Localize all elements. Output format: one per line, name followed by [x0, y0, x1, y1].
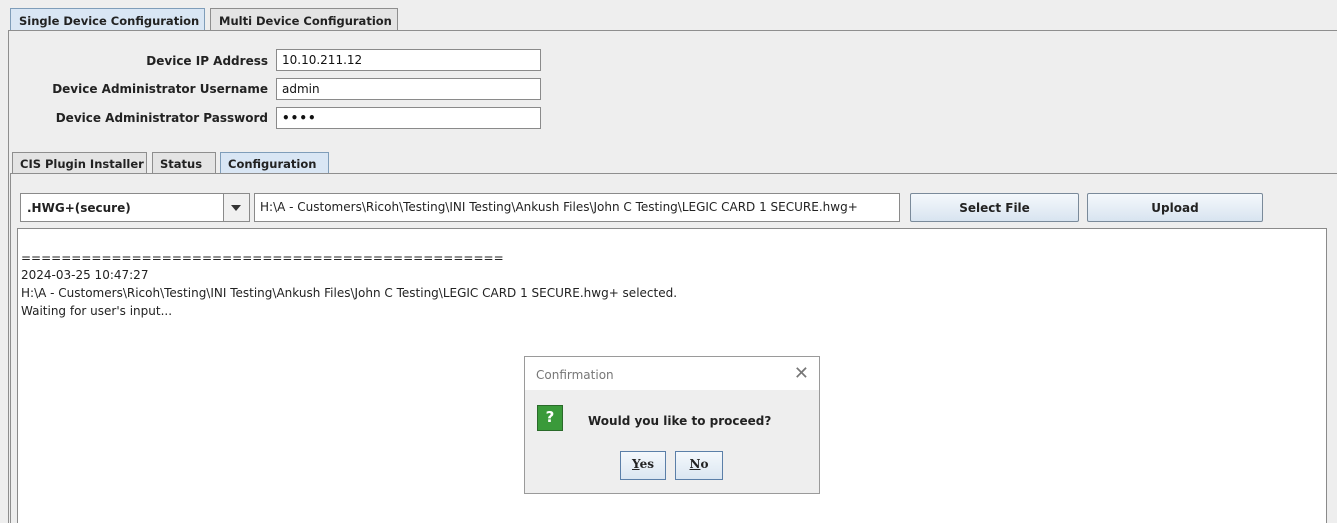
admin-password-label: Device Administrator Password — [55, 111, 268, 125]
admin-password-input[interactable]: •••• — [276, 107, 541, 129]
tab-single-device-configuration[interactable]: Single Device Configuration — [10, 8, 205, 31]
dialog-titlebar: Confirmation ✕ — [525, 357, 819, 390]
file-format-combo[interactable]: .HWG+(secure) — [20, 193, 250, 222]
no-mnemonic: N — [689, 457, 701, 471]
tab-status[interactable]: Status — [152, 152, 216, 174]
dialog-title: Confirmation — [536, 368, 614, 382]
upload-button[interactable]: Upload — [1087, 193, 1263, 222]
tab-multi-device-configuration[interactable]: Multi Device Configuration — [210, 8, 398, 31]
admin-username-label: Device Administrator Username — [52, 82, 268, 96]
tab-configuration[interactable]: Configuration — [220, 152, 329, 174]
yes-button[interactable]: Yes — [620, 451, 666, 480]
dialog-message: Would you like to proceed? — [588, 414, 772, 428]
device-ip-label: Device IP Address — [146, 54, 268, 68]
log-timestamp: 2024-03-25 10:47:27 — [21, 268, 149, 282]
no-label: o — [700, 457, 709, 471]
file-format-value: .HWG+(secure) — [27, 201, 131, 215]
yes-mnemonic: Y — [632, 457, 640, 471]
device-ip-input[interactable]: 10.10.211.12 — [276, 49, 541, 71]
log-separator: ========================================… — [21, 251, 504, 265]
admin-username-input[interactable]: admin — [276, 78, 541, 100]
log-selected-file: H:\A - Customers\Ricoh\Testing\INI Testi… — [21, 286, 678, 300]
tab-cis-plugin-installer[interactable]: CIS Plugin Installer — [12, 152, 147, 174]
log-waiting: Waiting for user's input... — [21, 304, 173, 318]
select-file-button[interactable]: Select File — [910, 193, 1079, 222]
yes-label: es — [639, 457, 654, 471]
file-path-input[interactable]: H:\A - Customers\Ricoh\Testing\INI Testi… — [254, 193, 900, 222]
chevron-down-icon — [231, 205, 241, 211]
question-icon: ? — [537, 405, 563, 431]
no-button[interactable]: No — [675, 451, 723, 480]
combo-dropdown-button[interactable] — [223, 194, 249, 221]
close-icon[interactable]: ✕ — [794, 363, 809, 384]
confirmation-dialog: Confirmation ✕ ? Would you like to proce… — [524, 356, 820, 494]
